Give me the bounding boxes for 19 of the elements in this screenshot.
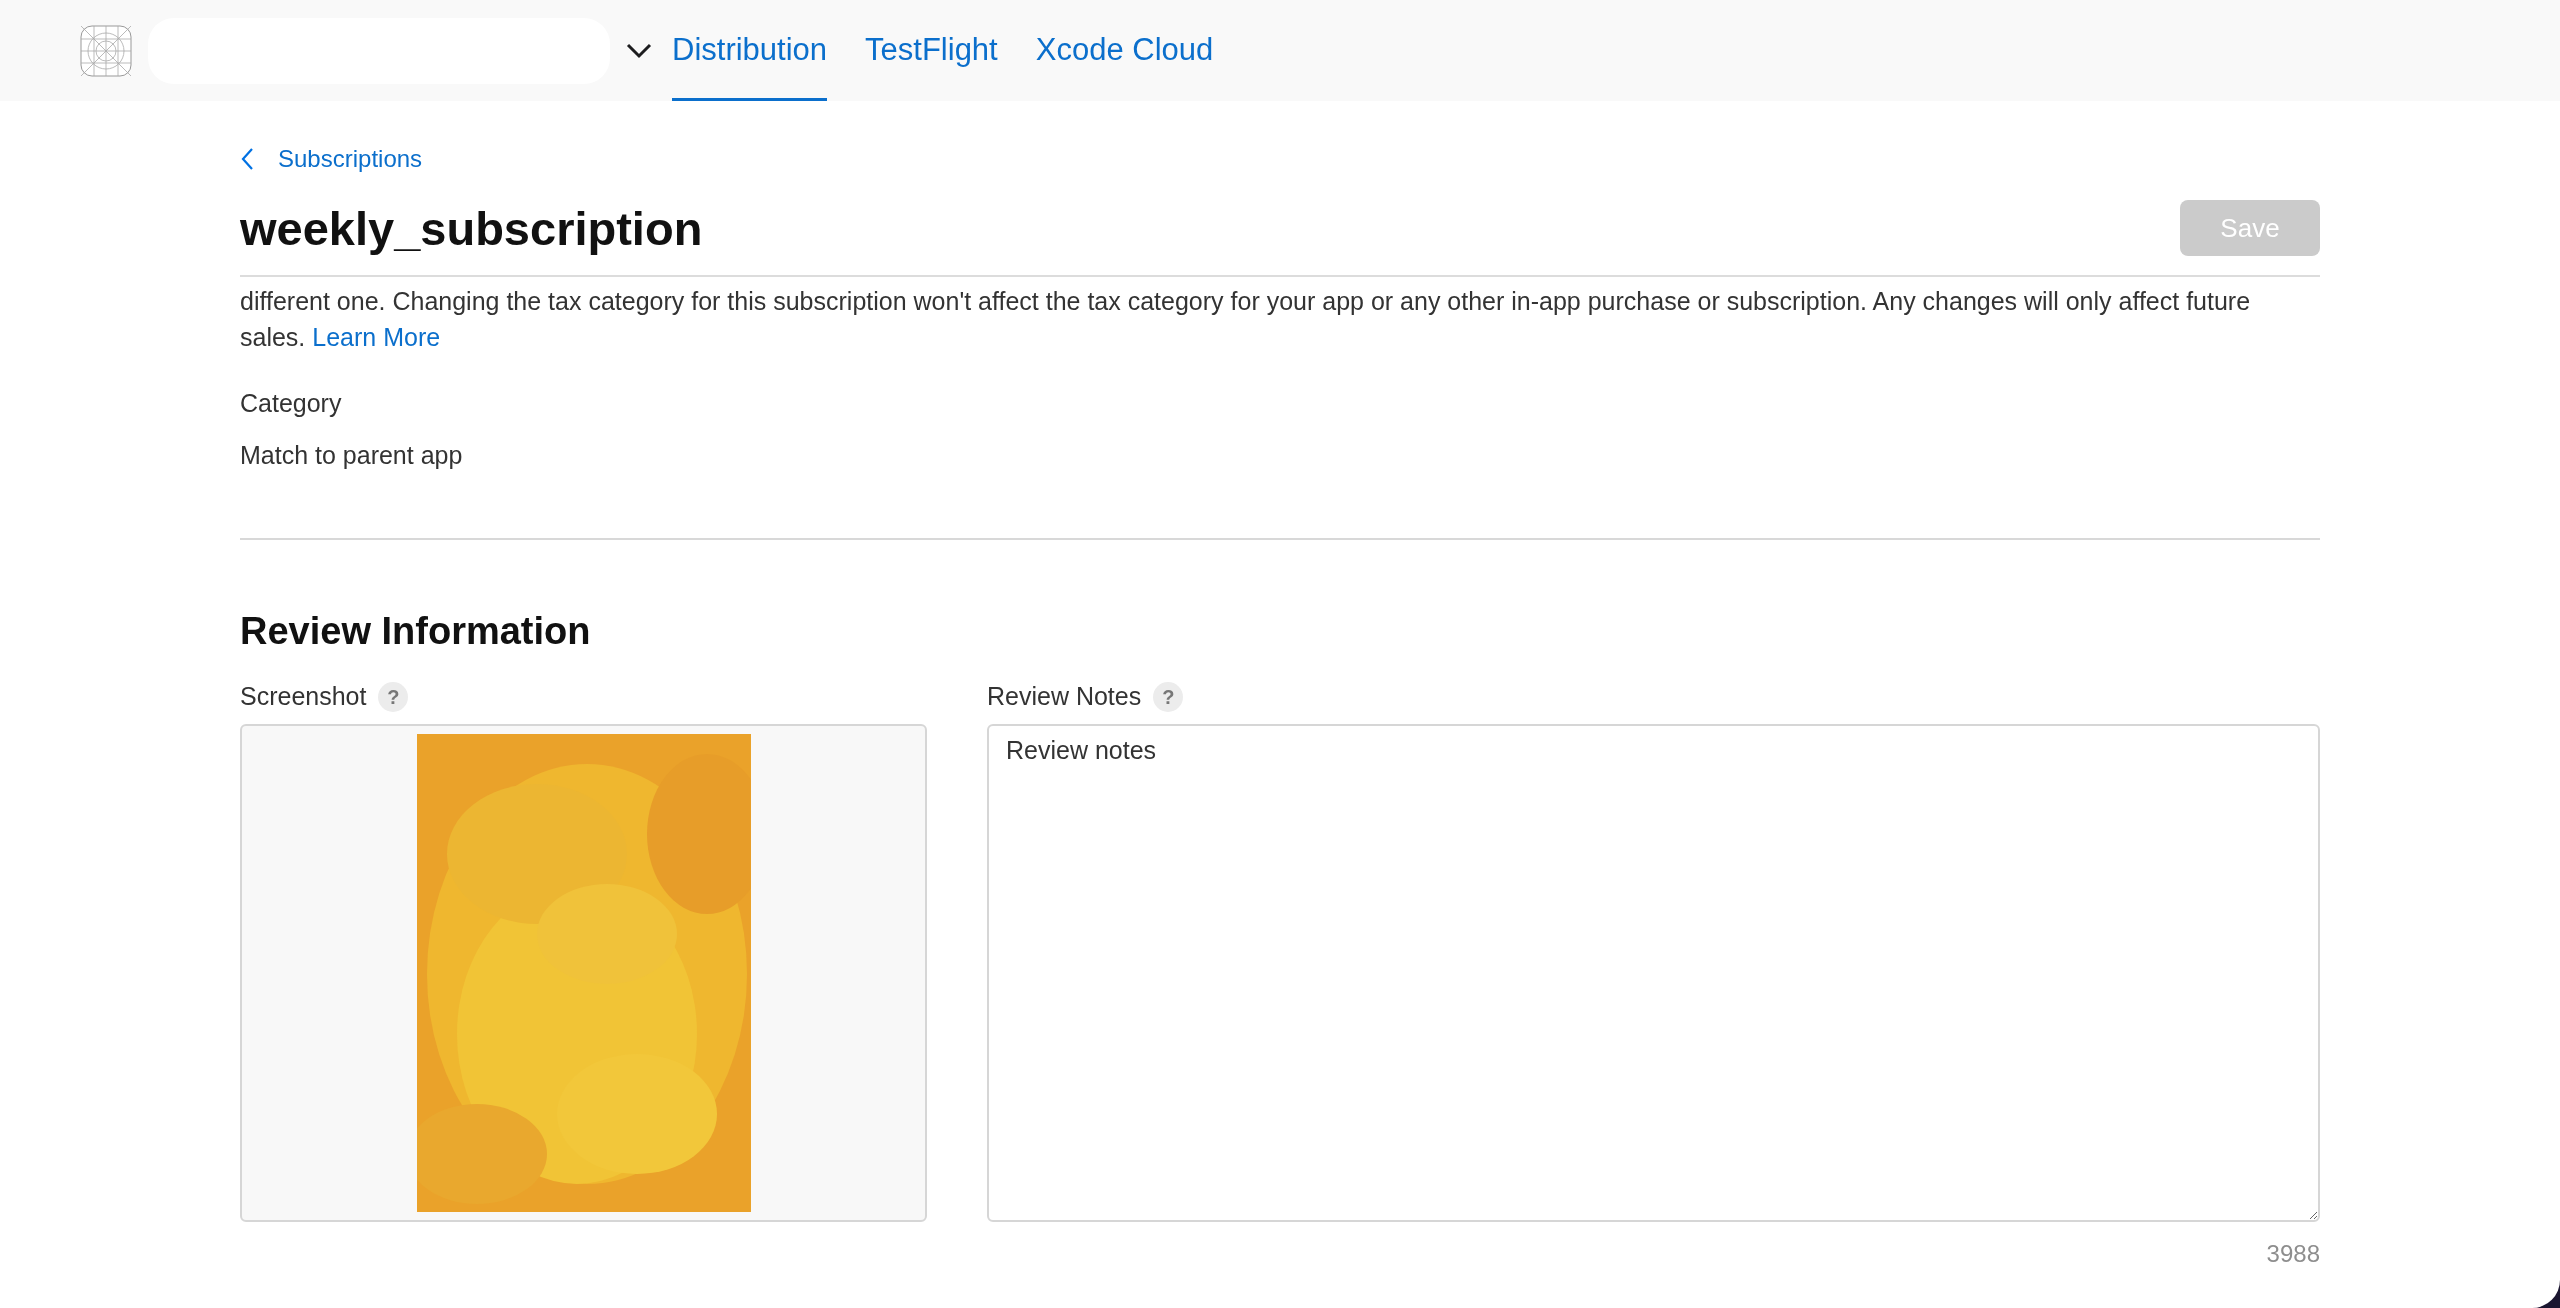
chevron-down-icon[interactable] [626, 42, 652, 59]
tax-note-text: different one. Changing the tax category for this subscription won't affect the tax category for your app or any other in-app purchase or subscription. Any changes will only affect future sales. Learn More [240, 286, 2252, 353]
section-heading: Review Information [240, 612, 592, 650]
nav-tab[interactable]: Xcode Cloud [1035, 0, 1214, 101]
breadcrumb-link[interactable]: Subscriptions [278, 141, 423, 177]
category-value: Match to parent app [240, 439, 464, 471]
back-chevron-icon[interactable] [240, 147, 254, 171]
screenshot-label: Screenshot [240, 681, 367, 713]
character-count: 3988 [2266, 1239, 2320, 1269]
review-notes-label: Review Notes [987, 681, 1142, 713]
learn-more-link[interactable]: Learn More [312, 323, 441, 351]
app-icon[interactable] [80, 24, 132, 77]
category-label: Category [240, 388, 343, 419]
nav-tab[interactable]: TestFlight [865, 0, 998, 101]
screenshot-well[interactable] [240, 724, 927, 1222]
help-button[interactable]: ? [378, 682, 409, 712]
help-button[interactable]: ? [1153, 682, 1184, 712]
review-notes-field[interactable]: Review notes [987, 724, 2320, 1222]
nav-tab[interactable]: Distribution [672, 0, 828, 101]
